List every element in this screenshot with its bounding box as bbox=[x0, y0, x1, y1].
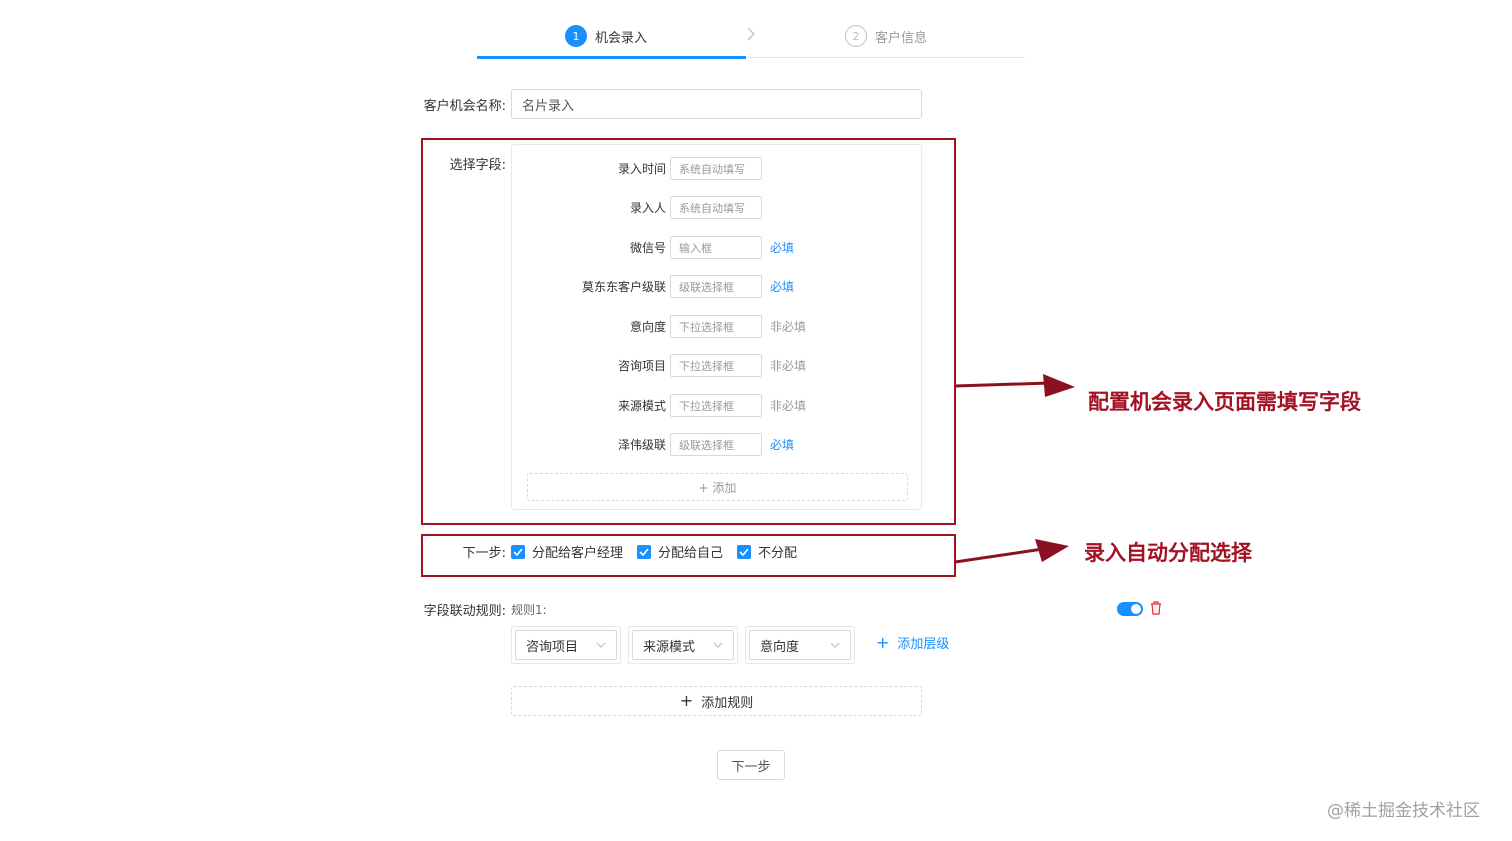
arrow-right-icon bbox=[955, 539, 1069, 564]
steps-bar: 1 机会录入 2 客户信息 bbox=[477, 22, 1025, 59]
active-step-underline bbox=[477, 56, 746, 59]
fields-annotation-text: 配置机会录入页面需填写字段 bbox=[1088, 390, 1361, 414]
chevron-right-icon bbox=[745, 26, 757, 46]
name-label: 客户机会名称: bbox=[423, 99, 506, 114]
plus-icon: + bbox=[679, 691, 694, 710]
select-value: 咨询项目 bbox=[526, 639, 579, 655]
chevron-down-icon bbox=[596, 642, 606, 648]
trash-icon[interactable] bbox=[1150, 601, 1162, 619]
chevron-down-icon bbox=[713, 642, 723, 648]
step-1-label: 机会录入 bbox=[595, 30, 648, 46]
plus-icon: + bbox=[876, 632, 890, 652]
rule-toggle[interactable] bbox=[1117, 602, 1143, 616]
add-rule-label: 添加规则 bbox=[701, 695, 754, 711]
rule-select-1[interactable]: 咨询项目 bbox=[515, 630, 617, 660]
step-1[interactable]: 1 机会录入 bbox=[565, 25, 647, 47]
toggle-icon bbox=[1131, 604, 1141, 614]
rule-label: 字段联动规则: bbox=[423, 604, 506, 619]
select-value: 来源模式 bbox=[643, 639, 696, 655]
step-1-number: 1 bbox=[565, 25, 587, 47]
rule-select-wrap-1: 咨询项目 bbox=[511, 626, 621, 664]
next-step-button[interactable]: 下一步 bbox=[717, 750, 785, 780]
rule-select-2[interactable]: 来源模式 bbox=[632, 630, 734, 660]
name-input[interactable]: 名片录入 bbox=[511, 89, 922, 119]
arrow-right-icon bbox=[955, 374, 1075, 397]
add-level-label: 添加层级 bbox=[897, 637, 950, 652]
rule-name: 规则1: bbox=[511, 603, 547, 617]
add-level-button[interactable]: + 添加层级 bbox=[876, 633, 949, 652]
rule-select-wrap-2: 来源模式 bbox=[628, 626, 738, 664]
step-2-label: 客户信息 bbox=[875, 30, 928, 46]
chevron-down-icon bbox=[830, 642, 840, 648]
add-rule-button[interactable]: + 添加规则 bbox=[511, 686, 922, 716]
next-annotation-text: 录入自动分配选择 bbox=[1084, 541, 1252, 565]
step-2[interactable]: 2 客户信息 bbox=[845, 25, 927, 47]
rule-select-3[interactable]: 意向度 bbox=[749, 630, 851, 660]
select-value: 意向度 bbox=[760, 639, 800, 655]
watermark: @稀土掘金技术社区 bbox=[1327, 801, 1480, 821]
next-annotation-box bbox=[421, 534, 956, 577]
step-2-number: 2 bbox=[845, 25, 867, 47]
rule-select-wrap-3: 意向度 bbox=[745, 626, 855, 664]
fields-annotation-box bbox=[421, 138, 956, 525]
